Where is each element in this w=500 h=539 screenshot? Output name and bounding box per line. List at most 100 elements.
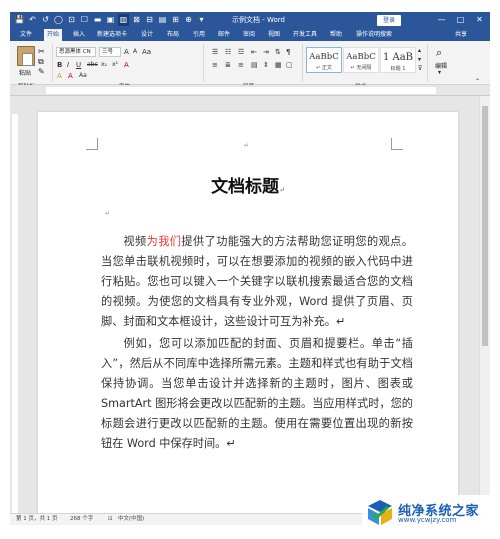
change-case-icon[interactable]: Aa: [142, 47, 151, 57]
font-size-combo[interactable]: 三号: [99, 47, 121, 57]
paste-label[interactable]: 粘贴: [19, 68, 31, 77]
styles-scroll-up-icon[interactable]: ▴: [418, 47, 421, 54]
open-icon[interactable]: ⊡: [66, 14, 77, 26]
align-left-icon[interactable]: ≡: [212, 60, 218, 70]
margin-corner-mark: [391, 138, 403, 150]
close-icon[interactable]: ✕: [473, 14, 486, 26]
style-no-spacing[interactable]: AaBbC ↵ 无间隔: [343, 47, 379, 73]
minimize-icon[interactable]: —: [435, 14, 448, 26]
table-icon[interactable]: ⊠: [131, 14, 142, 26]
highlight-icon[interactable]: A: [57, 71, 62, 81]
find-icon[interactable]: ⌕: [436, 46, 442, 60]
subscript-icon[interactable]: x₂: [101, 60, 107, 70]
style-sample: AaBbC: [309, 52, 339, 62]
login-button[interactable]: 登录: [377, 15, 401, 26]
increase-indent-icon[interactable]: ⇥: [263, 47, 269, 57]
tab-design[interactable]: 设计: [141, 29, 153, 41]
font-name-combo[interactable]: 思源黑体 CN: [56, 47, 96, 57]
show-marks-icon[interactable]: ¶: [286, 47, 290, 57]
style-heading-1[interactable]: 1 AaB 标题 1: [380, 47, 416, 73]
align-right-icon[interactable]: ≡: [238, 60, 244, 70]
tab-references[interactable]: 引用: [193, 29, 205, 41]
word-count[interactable]: 268 个字: [70, 514, 93, 525]
title-bar: 💾 ↶ ↺ ◯ ⊡ ☐ ▬ ▣ ▥ ⊠ ⊟ ▤ ⊞ ⊕ ▾ 示例文档 - Wor…: [10, 12, 490, 29]
border-icon[interactable]: ⊟: [144, 14, 155, 26]
clear-format-icon[interactable]: Aa: [79, 71, 87, 81]
superscript-icon[interactable]: x²: [112, 60, 118, 70]
styles-more-icon[interactable]: ⊽: [418, 65, 422, 72]
tab-review[interactable]: 审阅: [243, 29, 255, 41]
format-painter-icon[interactable]: ✎: [38, 67, 45, 76]
font-color-icon[interactable]: A: [68, 71, 73, 81]
tab-layout[interactable]: 布局: [167, 29, 179, 41]
layout-icon[interactable]: ▬: [92, 14, 103, 26]
proofing-icon[interactable]: ⊡: [108, 514, 113, 525]
grow-font-icon[interactable]: A: [124, 47, 129, 57]
grid-icon[interactable]: ⊞: [170, 14, 181, 26]
divider: [302, 44, 303, 82]
document-view-icon[interactable]: ▥: [118, 14, 129, 26]
multilevel-list-icon[interactable]: ☲: [238, 47, 244, 57]
page-count[interactable]: 第 1 页，共 1 页: [16, 514, 58, 525]
document-title[interactable]: 文档标题↵: [38, 172, 458, 197]
share-button[interactable]: 共享: [455, 29, 467, 41]
tab-developer[interactable]: 开发工具: [293, 29, 317, 41]
italic-icon[interactable]: I: [67, 60, 69, 70]
ribbon-tabs: 文件 开始 插入 新建选项卡 设计 布局 引用 邮件 审阅 视图 开发工具 帮助…: [10, 29, 490, 41]
paragraph-mark: ↵: [244, 142, 250, 149]
tell-me-search[interactable]: 操作说明搜索: [356, 29, 392, 41]
style-normal[interactable]: AaBbC ↵ 正文: [306, 47, 342, 73]
print-icon[interactable]: ▣: [105, 14, 116, 26]
paste-icon[interactable]: [17, 46, 35, 66]
tab-insert[interactable]: 插入: [73, 29, 85, 41]
vertical-scrollbar[interactable]: [479, 96, 490, 513]
shrink-font-icon[interactable]: A: [133, 47, 137, 57]
p1-text-start: 视频: [123, 235, 147, 248]
window-controls: — □ ✕: [435, 14, 486, 26]
tab-view[interactable]: 视图: [268, 29, 280, 41]
underline-icon[interactable]: U: [76, 60, 81, 70]
save-icon[interactable]: 💾: [14, 14, 25, 26]
strikethrough-icon[interactable]: abc: [87, 60, 98, 70]
editing-dropdown-icon[interactable]: ▾: [438, 69, 441, 76]
new-doc-icon[interactable]: ☐: [79, 14, 90, 26]
horizontal-ruler[interactable]: [10, 85, 490, 96]
p1-text-rest: 提供了功能强大的方法帮助您证明您的观点。当您单击联机视频时，可以在想要添加的视频…: [101, 235, 413, 328]
maximize-icon[interactable]: □: [454, 14, 467, 26]
shape-icon[interactable]: ◯: [53, 14, 64, 26]
copy-icon[interactable]: ⧉: [38, 57, 44, 67]
tab-home[interactable]: 开始: [44, 29, 63, 41]
bold-icon[interactable]: B: [57, 60, 62, 70]
body-paragraph-2[interactable]: 例如，您可以添加匹配的封面、页眉和提要栏。单击“插入”，然后从不同库中选择所需元…: [101, 334, 413, 454]
align-center-icon[interactable]: ≣: [225, 60, 231, 70]
language[interactable]: 中文(中国): [118, 514, 144, 525]
columns-icon[interactable]: ▤: [157, 14, 168, 26]
justify-icon[interactable]: ▤: [251, 60, 258, 70]
bullets-icon[interactable]: ☰: [212, 47, 218, 57]
decrease-indent-icon[interactable]: ⇤: [251, 47, 257, 57]
line-spacing-icon[interactable]: ⇕: [263, 60, 269, 70]
numbering-icon[interactable]: ☷: [225, 47, 231, 57]
customize-qat-icon[interactable]: ▾: [196, 14, 207, 26]
borders-icon[interactable]: ▢: [286, 60, 293, 70]
redo-icon[interactable]: ↺: [40, 14, 51, 26]
document-canvas: ↵ 文档标题↵ ↵ 视频为我们提供了功能强大的方法帮助您证明您的观点。当您单击联…: [20, 96, 490, 513]
undo-icon[interactable]: ↶: [27, 14, 38, 26]
text-effects-icon[interactable]: A: [124, 60, 129, 70]
insert-icon[interactable]: ⊕: [183, 14, 194, 26]
tab-help[interactable]: 帮助: [330, 29, 342, 41]
document-page[interactable]: ↵ 文档标题↵ ↵ 视频为我们提供了功能强大的方法帮助您证明您的观点。当您单击联…: [38, 112, 458, 513]
tab-mailings[interactable]: 邮件: [218, 29, 230, 41]
styles-scroll-down-icon[interactable]: ▾: [418, 56, 421, 63]
tab-file[interactable]: 文件: [20, 29, 32, 41]
shading-icon[interactable]: ▦: [275, 60, 282, 70]
quick-access-toolbar: 💾 ↶ ↺ ◯ ⊡ ☐ ▬ ▣ ▥ ⊠ ⊟ ▤ ⊞ ⊕ ▾: [14, 14, 207, 26]
body-paragraph-1[interactable]: 视频为我们提供了功能强大的方法帮助您证明您的观点。当您单击联机视频时，可以在想要…: [101, 232, 413, 332]
cut-icon[interactable]: ✂: [38, 47, 45, 56]
scroll-thumb[interactable]: [482, 106, 488, 346]
tab-new-tab[interactable]: 新建选项卡: [97, 29, 127, 41]
paragraph-mark: ↵: [105, 210, 111, 217]
collapse-ribbon-icon[interactable]: ⌃: [475, 78, 480, 85]
vertical-ruler[interactable]: [10, 96, 20, 513]
sort-icon[interactable]: ⇅: [275, 47, 281, 57]
